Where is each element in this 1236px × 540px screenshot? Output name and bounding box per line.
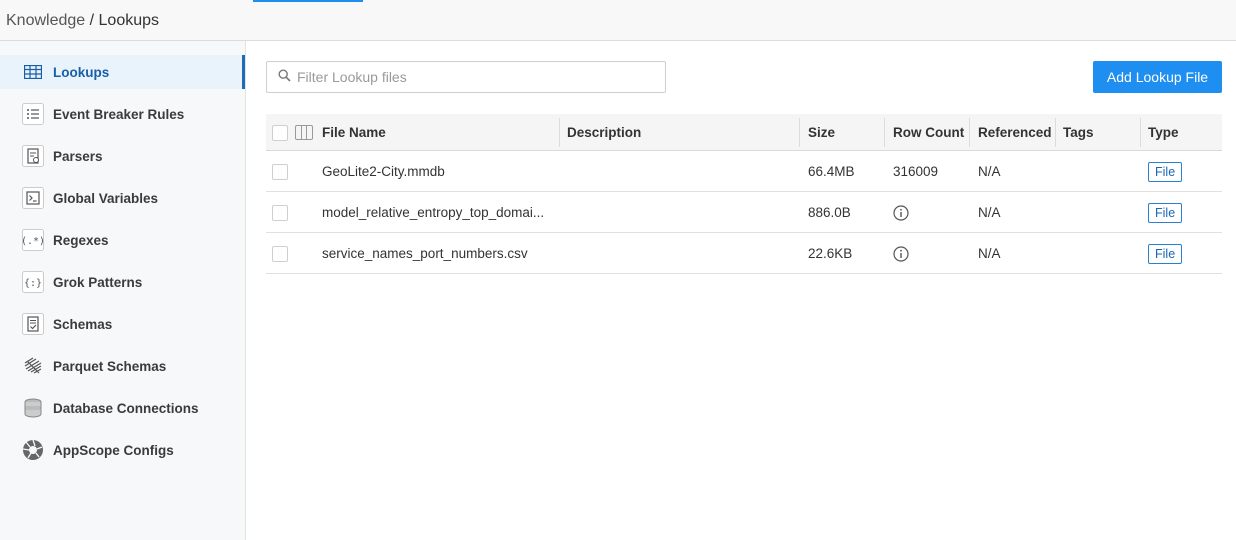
- column-header-type[interactable]: Type: [1148, 114, 1179, 151]
- column-header-file-name[interactable]: File Name: [322, 114, 386, 151]
- terminal-icon: [22, 187, 44, 209]
- sidebar: Lookups Event Breaker Rules Parsers Glob…: [0, 41, 246, 540]
- breadcrumb: Knowledge / Lookups: [6, 12, 159, 30]
- sidebar-item-database-connections[interactable]: Database Connections: [0, 391, 245, 425]
- column-divider: [1140, 118, 1141, 147]
- column-divider: [884, 118, 885, 147]
- referenced-cell: N/A: [978, 246, 1001, 261]
- sidebar-item-label: AppScope Configs: [53, 442, 174, 458]
- sidebar-item-event-breaker-rules[interactable]: Event Breaker Rules: [0, 97, 245, 131]
- breadcrumb-parent[interactable]: Knowledge: [6, 12, 85, 29]
- grok-braces-icon: {:}: [22, 271, 44, 293]
- sidebar-item-label: Regexes: [53, 232, 109, 248]
- sidebar-item-label: Schemas: [53, 316, 113, 332]
- column-header-tags[interactable]: Tags: [1063, 114, 1094, 151]
- svg-text:(.*): (.*): [22, 236, 44, 247]
- row-checkbox[interactable]: [272, 151, 288, 192]
- sidebar-item-label: Lookups: [53, 64, 110, 80]
- row-count-cell: 316009: [893, 164, 939, 179]
- type-badge: File: [1148, 161, 1183, 182]
- sidebar-item-regexes[interactable]: (.*) Regexes: [0, 223, 245, 257]
- row-checkbox[interactable]: [272, 233, 288, 274]
- info-icon[interactable]: [893, 204, 909, 221]
- active-tab-indicator: [253, 0, 363, 2]
- search-box[interactable]: [266, 61, 666, 93]
- parquet-icon: [22, 355, 44, 377]
- sidebar-item-label: Global Variables: [53, 190, 159, 206]
- sidebar-item-parquet-schemas[interactable]: Parquet Schemas: [0, 349, 245, 383]
- add-lookup-file-button[interactable]: Add Lookup File: [1093, 61, 1222, 93]
- row-count-cell: [893, 192, 909, 233]
- breadcrumb-current: Lookups: [98, 12, 160, 29]
- main-content: Add Lookup File File Name Description Si…: [246, 41, 1236, 540]
- sidebar-item-global-variables[interactable]: Global Variables: [0, 181, 245, 215]
- lookups-table: File Name Description Size Row Count Ref…: [266, 114, 1222, 274]
- type-cell: File: [1148, 192, 1183, 233]
- row-checkbox[interactable]: [272, 192, 288, 233]
- appscope-icon: [22, 439, 44, 461]
- sidebar-item-schemas[interactable]: Schemas: [0, 307, 245, 341]
- file-name-cell[interactable]: model_relative_entropy_top_domai...: [322, 192, 544, 233]
- type-cell: File: [1148, 233, 1183, 274]
- column-header-description[interactable]: Description: [567, 114, 641, 151]
- schema-doc-icon: [22, 313, 44, 335]
- breadcrumb-separator: /: [85, 12, 99, 29]
- column-divider: [969, 118, 970, 147]
- svg-text:{:}: {:}: [24, 278, 42, 289]
- table-header: File Name Description Size Row Count Ref…: [266, 114, 1222, 151]
- database-icon: [22, 397, 44, 419]
- list-icon: [22, 103, 44, 125]
- column-divider: [559, 118, 560, 147]
- sidebar-item-label: Grok Patterns: [53, 274, 143, 290]
- referenced-cell: N/A: [978, 205, 1001, 220]
- type-badge: File: [1148, 202, 1183, 223]
- table-row[interactable]: service_names_port_numbers.csv 22.6KB N/…: [266, 233, 1222, 274]
- sidebar-item-appscope-configs[interactable]: AppScope Configs: [0, 433, 245, 467]
- info-icon[interactable]: [893, 245, 909, 262]
- sidebar-item-lookups[interactable]: Lookups: [0, 55, 245, 89]
- table-grid-icon: [22, 61, 44, 83]
- column-divider: [799, 118, 800, 147]
- referenced-cell: N/A: [978, 164, 1001, 179]
- size-cell: 22.6KB: [808, 246, 853, 261]
- sidebar-item-label: Parsers: [53, 148, 103, 164]
- regex-icon: (.*): [22, 229, 44, 251]
- column-divider: [1055, 118, 1056, 147]
- sidebar-item-label: Parquet Schemas: [53, 358, 167, 374]
- sidebar-item-label: Event Breaker Rules: [53, 106, 185, 122]
- row-count-cell: [893, 233, 909, 274]
- select-all-checkbox[interactable]: [272, 114, 288, 151]
- sidebar-item-grok-patterns[interactable]: {:} Grok Patterns: [0, 265, 245, 299]
- file-name-cell[interactable]: GeoLite2-City.mmdb: [322, 151, 445, 192]
- columns-toggle-icon[interactable]: [295, 114, 313, 151]
- table-row[interactable]: GeoLite2-City.mmdb 66.4MB 316009 N/A Fil…: [266, 151, 1222, 192]
- sidebar-item-label: Database Connections: [53, 400, 199, 416]
- table-row[interactable]: model_relative_entropy_top_domai... 886.…: [266, 192, 1222, 233]
- parser-doc-icon: [22, 145, 44, 167]
- column-header-referenced[interactable]: Referenced: [978, 114, 1052, 151]
- top-bar: Knowledge / Lookups: [0, 0, 1236, 41]
- size-cell: 66.4MB: [808, 164, 855, 179]
- type-cell: File: [1148, 151, 1183, 192]
- search-icon: [278, 69, 291, 85]
- column-header-size[interactable]: Size: [808, 114, 835, 151]
- size-cell: 886.0B: [808, 205, 851, 220]
- type-badge: File: [1148, 243, 1183, 264]
- file-name-cell[interactable]: service_names_port_numbers.csv: [322, 233, 528, 274]
- column-header-row-count[interactable]: Row Count: [893, 114, 964, 151]
- search-input[interactable]: [297, 69, 657, 85]
- sidebar-item-parsers[interactable]: Parsers: [0, 139, 245, 173]
